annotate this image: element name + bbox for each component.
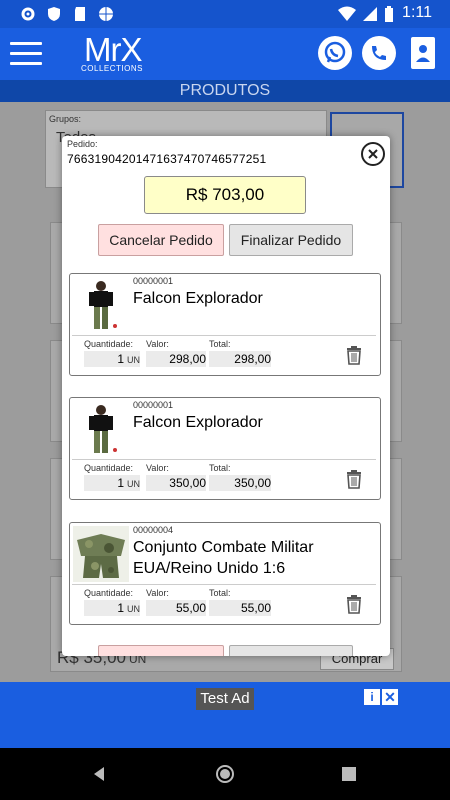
divider [72, 584, 376, 585]
finalize-order-button-bottom[interactable] [229, 645, 353, 656]
item-total: 298,00 [209, 351, 271, 367]
status-bar: 1:11 [0, 0, 450, 28]
battery-icon [385, 6, 393, 22]
order-total: R$ 703,00 [144, 176, 306, 214]
status-time: 1:11 [402, 4, 432, 21]
item-code: 00000004 [133, 525, 174, 535]
order-dialog: Pedido: 76631904201471637470746577251 R$… [62, 136, 390, 656]
cancel-order-button-bottom[interactable] [98, 645, 224, 656]
item-quantity: 1 UN [84, 600, 140, 616]
phone-button[interactable] [362, 36, 396, 70]
item-name: Falcon Explorador [133, 414, 263, 431]
order-number: 76631904201471637470746577251 [67, 152, 267, 166]
ad-label: Test Ad [196, 688, 254, 710]
quantity-label: Quantidade: [84, 339, 134, 349]
product-image [73, 526, 129, 582]
item-quantity: 1 UN [84, 351, 140, 367]
divider [72, 335, 376, 336]
hamburger-menu-icon[interactable] [10, 42, 42, 66]
whatsapp-button[interactable] [318, 36, 352, 70]
signal-icon [363, 7, 377, 21]
app-logo-subtitle: COLLECTIONS [81, 64, 143, 73]
item-total: 350,00 [209, 475, 271, 491]
value-label: Valor: [146, 339, 169, 349]
whatsapp-icon [324, 41, 346, 63]
ad-close-icon[interactable]: ✕ [382, 689, 398, 705]
total-label: Total: [209, 588, 231, 598]
item-total: 55,00 [209, 600, 271, 616]
item-value: 55,00 [146, 600, 206, 616]
home-icon[interactable] [215, 764, 235, 784]
app-logo: MrX [84, 31, 142, 68]
total-label: Total: [209, 339, 231, 349]
value-label: Valor: [146, 463, 169, 473]
order-item: 00000001 Falcon Explorador Quantidade: V… [69, 397, 381, 500]
finalize-order-button[interactable]: Finalizar Pedido [229, 224, 353, 256]
item-name: Falcon Explorador [133, 290, 263, 307]
value-label: Valor: [146, 588, 169, 598]
wifi-icon [338, 6, 356, 21]
page-title: PRODUTOS [0, 80, 450, 102]
recents-icon[interactable] [342, 767, 356, 781]
product-image [73, 401, 129, 457]
close-icon[interactable] [361, 142, 385, 166]
divider [72, 459, 376, 460]
product-image [73, 277, 129, 333]
groups-label: Grupos: [49, 114, 82, 124]
total-label: Total: [209, 463, 231, 473]
item-value: 350,00 [146, 475, 206, 491]
item-code: 00000001 [133, 276, 174, 286]
trash-icon[interactable] [345, 594, 363, 614]
trash-icon[interactable] [345, 345, 363, 365]
order-item: 00000001 Falcon Explorador Quantidade: V… [69, 273, 381, 376]
quantity-label: Quantidade: [84, 588, 134, 598]
settings-icon [21, 7, 35, 21]
cancel-order-button[interactable]: Cancelar Pedido [98, 224, 224, 256]
order-label: Pedido: [67, 139, 98, 149]
trash-icon[interactable] [345, 469, 363, 489]
item-quantity: 1 UN [84, 475, 140, 491]
quantity-label: Quantidade: [84, 463, 134, 473]
phone-icon [372, 46, 386, 60]
item-name: Conjunto Combate Militar EUA/Reino Unido… [133, 539, 314, 577]
sd-card-icon [75, 7, 85, 21]
item-value: 298,00 [146, 351, 206, 367]
navigation-bar [0, 748, 450, 800]
order-item: 00000004 Conjunto Combate Militar EUA/Re… [69, 522, 381, 625]
shield-icon [48, 7, 60, 21]
back-icon[interactable] [92, 766, 108, 782]
contact-card-icon[interactable] [410, 36, 436, 70]
globe-icon [99, 7, 113, 21]
item-code: 00000001 [133, 400, 174, 410]
ad-info-icon[interactable]: i [364, 689, 380, 705]
